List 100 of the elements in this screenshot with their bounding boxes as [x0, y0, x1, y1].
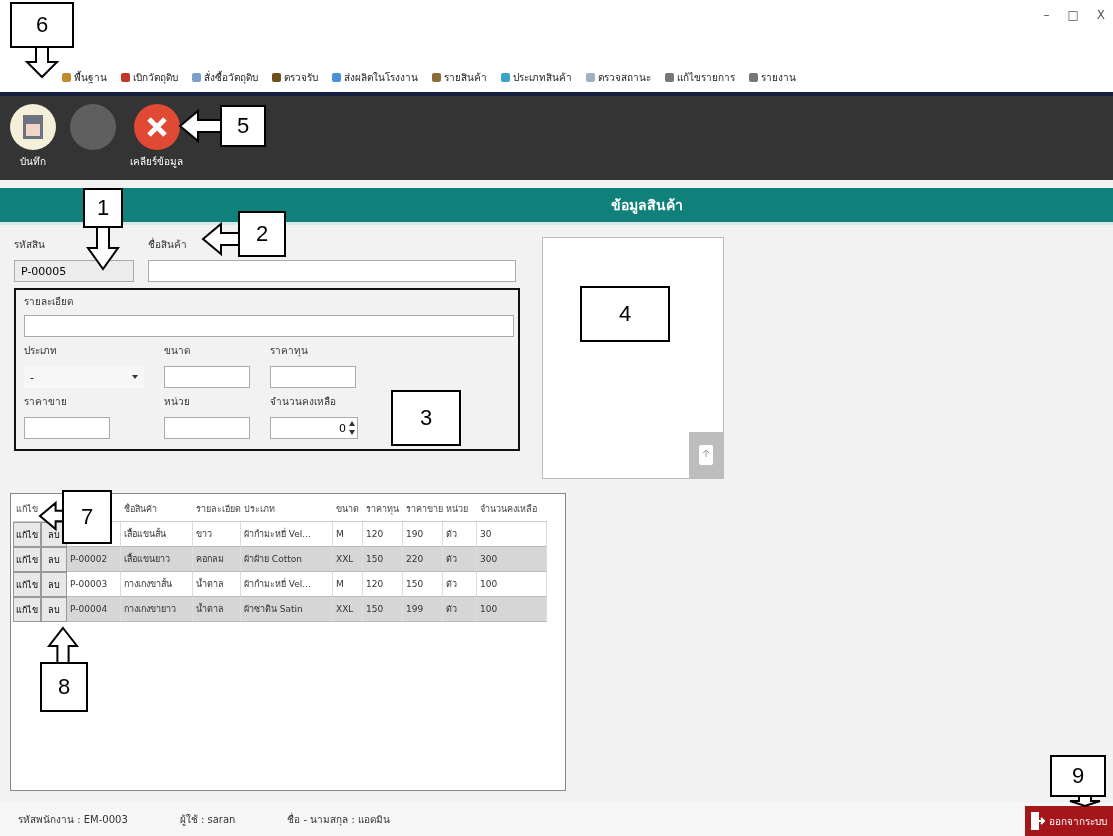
- field-label: จำนวนคงเหลือ: [270, 395, 337, 409]
- table-cell: P-00002: [67, 547, 121, 572]
- table-cell: 199: [403, 597, 443, 622]
- table-cell: 220: [403, 547, 443, 572]
- table-cell: 100: [477, 572, 547, 597]
- menu-item[interactable]: ส่งผลิตในโรงงาน: [332, 69, 418, 85]
- table-cell: 300: [477, 547, 547, 572]
- edit-button[interactable]: แก้ไข: [13, 522, 41, 547]
- callout-number: 8: [40, 662, 88, 712]
- table-cell: กางเกงขายาว: [121, 597, 193, 622]
- product-code-field[interactable]: P-00005: [14, 260, 134, 282]
- table-cell: 150: [403, 572, 443, 597]
- menu-item[interactable]: รายงาน: [749, 69, 796, 85]
- menu-icon: [62, 72, 71, 82]
- stock-spinner[interactable]: 0: [270, 417, 358, 439]
- menu-item[interactable]: เบิกวัตถุดิบ: [121, 69, 178, 85]
- status-text: รหัสพนักงาน : EM-0003: [18, 812, 128, 827]
- table-cell: ผ้าฝ้าย Cotton: [241, 547, 333, 572]
- status-text: ผู้ใช้ : saran: [179, 812, 236, 827]
- menu-icon: [432, 72, 441, 82]
- table-cell: คอกลม: [193, 547, 241, 572]
- table-cell: น้ำตาล: [193, 597, 241, 622]
- table-cell: ตัว: [443, 522, 477, 547]
- edit-button[interactable]: แก้ไข: [13, 547, 41, 572]
- menu-icon: [272, 72, 281, 82]
- table-cell: P-00003: [67, 572, 121, 597]
- table-cell: 120: [363, 572, 403, 597]
- detail-field[interactable]: [24, 315, 514, 337]
- table-cell: ผ้าซาติน Satin: [241, 597, 333, 622]
- product-name-field[interactable]: [148, 260, 516, 282]
- size-field[interactable]: [164, 366, 250, 388]
- callout-number: 4: [580, 286, 670, 342]
- field-label: ราคาทุน: [270, 344, 309, 358]
- menu-item[interactable]: ประเภทสินค้า: [501, 69, 572, 85]
- window-control[interactable]: X: [1096, 8, 1105, 22]
- exit-door-icon: [1031, 812, 1045, 830]
- upload-icon: [699, 445, 713, 465]
- field-label: หน่วย: [164, 395, 191, 409]
- menu-item[interactable]: ตรวจสถานะ: [586, 69, 651, 85]
- callout-number: 6: [10, 2, 74, 48]
- menu-item[interactable]: สั่งซื้อวัตถุดิบ: [192, 69, 258, 85]
- table-cell: ตัว: [443, 572, 477, 597]
- cost-field[interactable]: [270, 366, 356, 388]
- table-cell: กางเกงขาสั้น: [121, 572, 193, 597]
- upload-button[interactable]: [689, 432, 723, 478]
- table-cell: M: [333, 522, 363, 547]
- table-cell: 30: [477, 522, 547, 547]
- field-label: รายละเอียด: [24, 295, 74, 309]
- menu-icon: [749, 72, 758, 82]
- table-cell: 120: [363, 522, 403, 547]
- field-label: รหัสสิน: [14, 238, 46, 252]
- edit-button[interactable]: แก้ไข: [13, 597, 41, 622]
- callout-number: 3: [391, 390, 461, 446]
- logout-button[interactable]: ออกจากระบบ: [1025, 806, 1113, 836]
- price-field[interactable]: [24, 417, 110, 439]
- table-cell: 100: [477, 597, 547, 622]
- callout-number: 9: [1050, 755, 1106, 797]
- unit-field[interactable]: [164, 417, 250, 439]
- caret-icon: [132, 375, 138, 379]
- delete-button[interactable]: ลบ: [41, 547, 67, 572]
- callout-arrow: [49, 628, 77, 664]
- table-cell: ตัว: [443, 547, 477, 572]
- callout-number: 5: [220, 105, 266, 147]
- callout-arrow: [40, 503, 64, 529]
- table-cell: เสื้อแขนยาว: [121, 547, 193, 572]
- table-cell: น้ำตาล: [193, 572, 241, 597]
- table-cell: ตัว: [443, 597, 477, 622]
- table-cell: P-00004: [67, 597, 121, 622]
- status-text: ชื่อ - นามสกุล : แอดมิน: [287, 811, 391, 827]
- menu-item[interactable]: ตรวจรับ: [272, 69, 318, 85]
- delete-button[interactable]: ลบ: [41, 597, 67, 622]
- callout-arrow: [180, 111, 222, 141]
- table-cell: ผ้ากำมะหยี่ Vel...: [241, 572, 333, 597]
- menu-icon: [665, 72, 674, 82]
- menu-item[interactable]: รายสินค้า: [432, 69, 487, 85]
- table-cell: 190: [403, 522, 443, 547]
- menu-icon: [192, 72, 201, 82]
- field-label: ชื่อสินค้า: [148, 237, 188, 252]
- field-label: ขนาด: [164, 344, 191, 358]
- delete-button[interactable]: ลบ: [41, 572, 67, 597]
- callout-number: 7: [62, 490, 112, 544]
- window-control[interactable]: □: [1067, 8, 1079, 22]
- menu-icon: [501, 72, 510, 82]
- menu-item[interactable]: พื้นฐาน: [62, 69, 107, 85]
- edit-button[interactable]: แก้ไข: [13, 572, 41, 597]
- table-cell: M: [333, 572, 363, 597]
- menu-icon: [332, 72, 341, 82]
- table-cell: XXL: [333, 597, 363, 622]
- callout-number: 1: [83, 188, 123, 228]
- field-label: ราคาขาย: [24, 395, 68, 409]
- callout-arrow: [203, 224, 240, 254]
- menu-icon: [121, 72, 130, 82]
- table-cell: XXL: [333, 547, 363, 572]
- menu-item[interactable]: แก้ไขรายการ: [665, 69, 735, 85]
- callout-number: 2: [238, 211, 286, 257]
- table-cell: 150: [363, 597, 403, 622]
- type-dropdown[interactable]: -: [24, 366, 144, 388]
- table-cell: ผ้ากำมะหยี่ Vel...: [241, 522, 333, 547]
- field-label: ประเภท: [24, 344, 58, 358]
- window-control[interactable]: –: [1043, 8, 1050, 22]
